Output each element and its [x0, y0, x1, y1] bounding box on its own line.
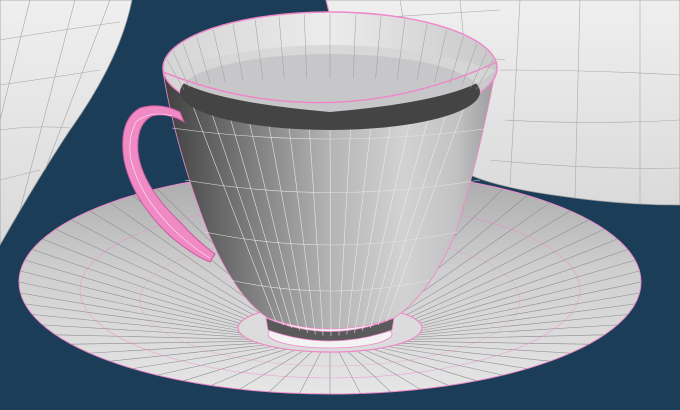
- viewport-canvas: [0, 0, 680, 395]
- 3d-viewport[interactable]: [0, 0, 680, 410]
